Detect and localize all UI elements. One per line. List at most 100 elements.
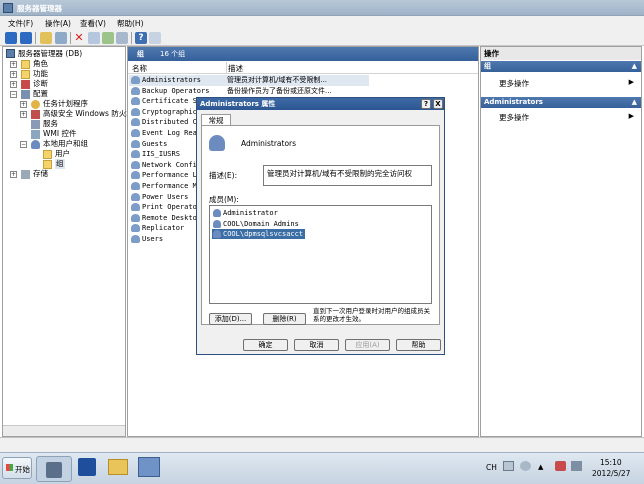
- tree-root[interactable]: 服务器管理器 (DB): [18, 49, 82, 59]
- tree-item-services[interactable]: 服务: [43, 119, 58, 129]
- group-icon: [131, 192, 140, 201]
- menu-action[interactable]: 操作(A): [45, 18, 71, 29]
- properties-icon[interactable]: [88, 32, 100, 44]
- show-hidden-icons[interactable]: ▲: [538, 463, 543, 471]
- up-folder-icon[interactable]: [40, 32, 52, 44]
- user-icon: [213, 230, 221, 238]
- task-scheduler-icon: [31, 100, 40, 109]
- back-icon[interactable]: [5, 32, 17, 44]
- keyboard-icon[interactable]: [503, 461, 514, 471]
- actions-title: 操作: [481, 47, 641, 60]
- expand-icon[interactable]: +: [20, 101, 27, 108]
- remove-button[interactable]: 删除(R): [263, 313, 306, 325]
- group-icon: [131, 224, 140, 233]
- actions-section-admins[interactable]: Administrators ▲: [481, 97, 641, 108]
- language-indicator[interactable]: CH: [486, 463, 497, 472]
- dialog-help-button[interactable]: ?: [421, 99, 431, 109]
- delete-icon[interactable]: ✕: [73, 32, 85, 44]
- members-list[interactable]: Administrator COOL\Domain Admins COOL\dpms…: [209, 205, 432, 304]
- export-list-icon[interactable]: [116, 32, 128, 44]
- clock-date[interactable]: 2012/5/27: [592, 469, 630, 478]
- add-button[interactable]: 添加(D)...: [209, 313, 252, 325]
- column-description[interactable]: 描述: [228, 63, 243, 74]
- actions-section-groups[interactable]: 组 ▲: [481, 61, 641, 72]
- start-label: 开始: [15, 465, 30, 474]
- volume-icon[interactable]: [571, 461, 582, 471]
- taskbar-server-manager[interactable]: [36, 456, 72, 482]
- description-value: 管理员对计算机/域有不受限制的完全访问权: [267, 169, 413, 178]
- dialog-title: Administrators 属性: [200, 100, 276, 108]
- tree-item-features[interactable]: 功能: [33, 69, 48, 79]
- group-name: Administrators: [241, 139, 297, 148]
- group-name-cell: Administrators: [142, 76, 202, 84]
- expand-icon[interactable]: +: [10, 81, 17, 88]
- tree-item-diagnostics[interactable]: 诊断: [33, 79, 48, 89]
- window-title: 服务器管理器: [17, 4, 62, 13]
- menu-help[interactable]: 帮助(H): [117, 18, 144, 29]
- collapse-icon[interactable]: −: [10, 91, 17, 98]
- member-item[interactable]: COOL\dpmsqlsvcsacct: [212, 229, 306, 239]
- member-item[interactable]: Administrator: [212, 208, 280, 218]
- dialog-title-bar: Administrators 属性: [197, 98, 444, 110]
- member-item[interactable]: COOL\Domain Admins: [212, 219, 301, 229]
- member-name: COOL\Domain Admins: [223, 219, 299, 228]
- tree-item-users[interactable]: 用户: [55, 149, 70, 159]
- mmc-icon[interactable]: [149, 32, 161, 44]
- navigation-tree: 服务器管理器 (DB) + 角色 + 功能 + 诊断 − 配置 + 任务计划程序…: [2, 46, 127, 437]
- expand-icon[interactable]: +: [20, 111, 27, 118]
- horizontal-scrollbar[interactable]: [3, 425, 125, 436]
- remote-desktop-icon[interactable]: [138, 457, 160, 477]
- tree-item-task-scheduler[interactable]: 任务计划程序: [43, 99, 88, 109]
- tree-item-config[interactable]: 配置: [33, 89, 48, 99]
- tree-item-wmi[interactable]: WMI 控件: [43, 129, 76, 139]
- help-icon[interactable]: ?: [135, 32, 147, 44]
- more-actions-2[interactable]: 更多操作: [499, 112, 529, 123]
- help-tray-icon[interactable]: [520, 461, 531, 471]
- services-icon: [31, 120, 40, 129]
- cancel-button[interactable]: 取消: [294, 339, 339, 351]
- menu-view[interactable]: 查看(V): [80, 18, 106, 29]
- start-button[interactable]: 开始: [2, 457, 32, 479]
- forward-icon[interactable]: [20, 32, 32, 44]
- group-icon: [131, 139, 140, 148]
- toolbar: ✕ ?: [0, 30, 644, 46]
- ok-button[interactable]: 确定: [243, 339, 288, 351]
- collapse-arrow-icon[interactable]: ▲: [632, 61, 637, 72]
- description-field[interactable]: 管理员对计算机/域有不受限制的完全访问权: [263, 165, 432, 186]
- table-row[interactable]: Administrators 管理员对计算机/域有不受限制...: [129, 75, 369, 86]
- title-bar: 服务器管理器: [0, 0, 644, 16]
- submenu-arrow-icon: ▶: [628, 112, 634, 120]
- clock-time[interactable]: 15:10: [600, 458, 622, 467]
- help-button[interactable]: 帮助: [396, 339, 441, 351]
- diagnostics-icon: [21, 80, 30, 89]
- group-icon: [131, 129, 140, 137]
- expand-icon[interactable]: +: [10, 61, 17, 68]
- features-icon: [21, 70, 30, 79]
- local-users-icon: [31, 140, 40, 149]
- collapse-icon[interactable]: −: [20, 141, 27, 148]
- tree-item-groups[interactable]: 组: [55, 159, 65, 169]
- more-actions-1[interactable]: 更多操作: [499, 78, 529, 89]
- menu-file[interactable]: 文件(F): [8, 18, 33, 29]
- explorer-icon[interactable]: [108, 459, 128, 475]
- expand-icon[interactable]: +: [10, 71, 17, 78]
- dialog-close-button[interactable]: X: [433, 99, 443, 109]
- expand-icon[interactable]: +: [10, 171, 17, 178]
- wmi-icon: [31, 130, 40, 139]
- storage-icon: [21, 170, 30, 179]
- powershell-icon[interactable]: [78, 458, 96, 476]
- group-icon: [131, 76, 140, 84]
- properties-dialog: Administrators 属性 ? X 常规 Administrators …: [196, 97, 445, 355]
- action-center-icon[interactable]: [555, 461, 566, 471]
- refresh-icon[interactable]: [102, 32, 114, 44]
- show-hide-tree-icon[interactable]: [55, 32, 67, 44]
- tree-item-local-users[interactable]: 本地用户和组: [43, 139, 88, 149]
- group-icon: [131, 213, 140, 222]
- tree-item-roles[interactable]: 角色: [33, 59, 48, 69]
- column-name[interactable]: 名称: [132, 63, 147, 74]
- tree-item-storage[interactable]: 存储: [33, 169, 48, 179]
- tree-item-firewall[interactable]: 高级安全 Windows 防火墙: [43, 109, 127, 119]
- apply-button[interactable]: 应用(A): [345, 339, 390, 351]
- collapse-arrow-icon[interactable]: ▲: [632, 97, 637, 108]
- table-row[interactable]: Backup Operators 备份操作员为了备份或还原文件...: [129, 86, 369, 97]
